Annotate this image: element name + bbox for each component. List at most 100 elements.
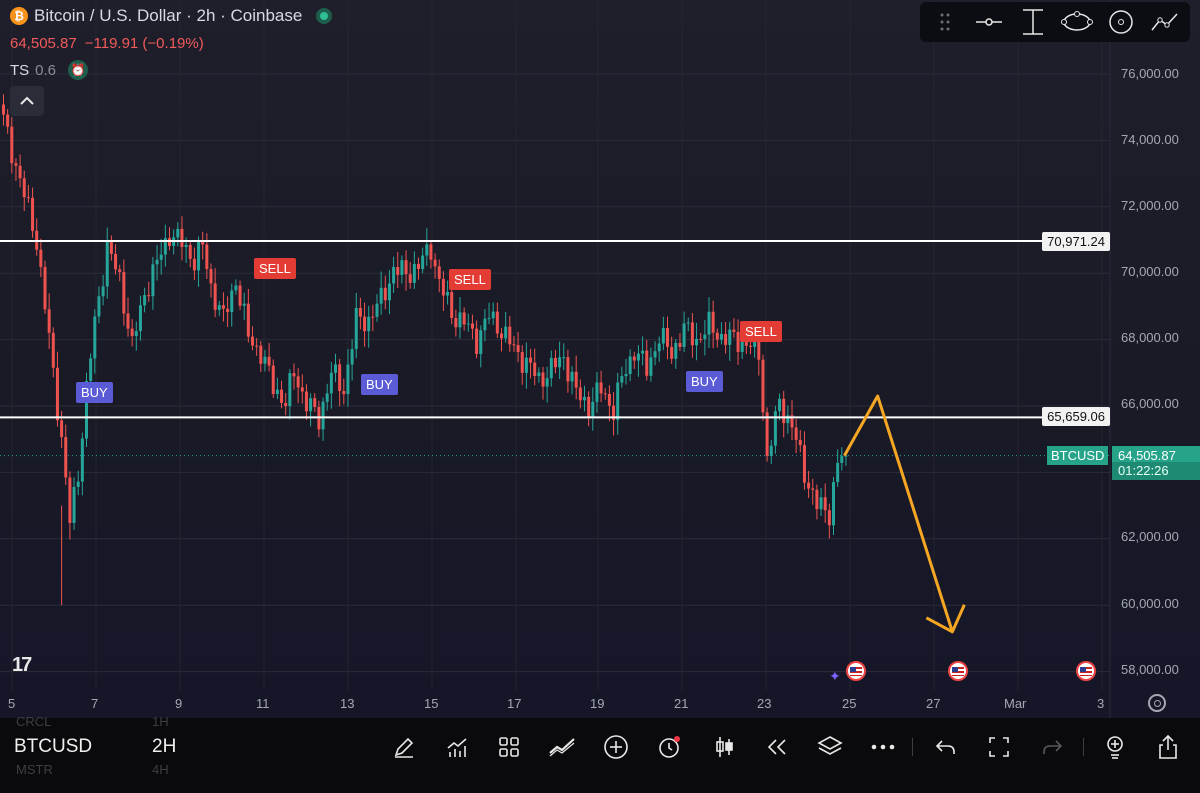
projection-path: [843, 394, 954, 633]
candle-body: [408, 274, 412, 283]
time-axis-label: Mar: [1004, 696, 1027, 711]
layouts-icon[interactable]: [494, 732, 524, 762]
candle-body: [31, 197, 35, 231]
candle-body: [404, 260, 408, 275]
candle-body: [43, 266, 47, 310]
price-chart[interactable]: [0, 0, 1200, 718]
candle-body: [657, 343, 661, 352]
toolbar-divider: [1083, 738, 1084, 756]
replay-icon[interactable]: [762, 732, 792, 762]
economic-event-icon[interactable]: [1076, 661, 1096, 681]
candle-body: [267, 356, 271, 366]
symbol-button[interactable]: BTCUSD: [14, 736, 92, 758]
candle-body: [280, 389, 284, 403]
candle-body: [2, 104, 5, 115]
indicator-legend[interactable]: TS 0.6 ⏰: [10, 60, 89, 80]
us-flag-icon: [1080, 666, 1092, 676]
time-axis-label: 13: [340, 696, 355, 711]
candle-body: [500, 333, 503, 339]
horizontal-ray-icon[interactable]: [972, 5, 1006, 39]
candle-body: [387, 283, 391, 301]
ellipse-icon[interactable]: [1060, 5, 1094, 39]
economic-event-icon[interactable]: [846, 661, 866, 681]
candle-body: [533, 362, 537, 376]
candle-body: [475, 328, 479, 355]
candle-body: [242, 303, 246, 306]
alarm-clock-icon[interactable]: ⏰: [68, 60, 89, 80]
circle-icon[interactable]: [1104, 5, 1138, 39]
candle-body: [47, 309, 51, 333]
price-axis-label: 66,000.00: [1121, 396, 1179, 411]
economic-event-icon[interactable]: [948, 661, 968, 681]
vertical-line-icon[interactable]: [1016, 5, 1050, 39]
level-price-tag[interactable]: 70,971.24: [1042, 232, 1110, 251]
level-price-tag[interactable]: 65,659.06: [1042, 407, 1110, 426]
candle-body: [180, 228, 184, 248]
fullscreen-icon[interactable]: [984, 732, 1014, 762]
undo-icon[interactable]: [931, 732, 961, 762]
candle-body: [832, 482, 835, 526]
candle-body: [524, 357, 528, 373]
candle-body: [126, 313, 130, 329]
pen-icon[interactable]: [389, 732, 419, 762]
chart-area[interactable]: ₿ Bitcoin / U.S. Dollar · 2h · Coinbase …: [0, 0, 1200, 718]
symbol-header[interactable]: ₿ Bitcoin / U.S. Dollar · 2h · Coinbase: [10, 6, 333, 26]
time-axis-label: 17: [507, 696, 522, 711]
candle-body: [221, 305, 225, 309]
candle-body: [350, 349, 354, 365]
candle-body: [724, 333, 728, 345]
settings-icon[interactable]: [1148, 694, 1166, 712]
sparkle-icon[interactable]: ✦: [829, 668, 841, 685]
indicators-icon[interactable]: [442, 732, 472, 762]
candles-icon[interactable]: [709, 732, 739, 762]
drawing-toolbar[interactable]: [920, 2, 1190, 42]
candle-body: [234, 285, 238, 291]
candle-body: [176, 228, 180, 238]
layers-icon[interactable]: [815, 732, 845, 762]
interval-button[interactable]: 2H: [152, 736, 176, 758]
current-symbol-tag: BTCUSD: [1047, 446, 1109, 465]
redo-icon[interactable]: [1037, 732, 1067, 762]
candle-body: [134, 331, 138, 337]
collapse-legend-button[interactable]: [10, 86, 44, 116]
candle-body: [230, 290, 234, 313]
candle-body: [437, 266, 441, 279]
candle-body: [197, 241, 201, 271]
more-icon[interactable]: [868, 732, 898, 762]
ideas-icon[interactable]: [1100, 732, 1130, 762]
candle-body: [570, 371, 574, 382]
price-axis-label: 62,000.00: [1121, 529, 1179, 544]
indicator-name: TS: [10, 61, 30, 79]
chevron-up-icon: [20, 96, 34, 105]
ghost-interval: 1H: [152, 714, 169, 729]
candle-body: [60, 420, 64, 438]
candle-body: [649, 357, 653, 376]
candle-body: [354, 308, 358, 350]
bottom-toolbar: CRCL 1H MSTR 4H: [0, 714, 1200, 793]
candle-body: [263, 356, 267, 364]
time-axis-label: 7: [91, 696, 99, 711]
time-axis-label: 15: [424, 696, 439, 711]
compare-icon[interactable]: [547, 732, 577, 762]
candle-body: [740, 340, 744, 352]
candle-body: [26, 197, 30, 199]
candle-body: [55, 367, 59, 421]
candle-body: [192, 258, 196, 271]
candle-body: [51, 332, 55, 368]
candle-body: [329, 372, 333, 394]
candle-body: [18, 165, 22, 179]
share-icon[interactable]: [1153, 732, 1183, 762]
candle-body: [466, 323, 470, 325]
candle-body: [541, 372, 545, 387]
candle-body: [209, 269, 213, 284]
add-icon[interactable]: [601, 732, 631, 762]
candle-body: [105, 241, 109, 287]
alert-icon[interactable]: [654, 732, 684, 762]
time-axis-label: 11: [256, 696, 270, 711]
grip-icon[interactable]: [928, 5, 962, 39]
candle-body: [122, 272, 126, 314]
candle-body: [226, 308, 230, 313]
candle-body: [719, 333, 723, 340]
buy-signal-badge: BUY: [686, 371, 723, 392]
path-icon[interactable]: [1148, 5, 1182, 39]
